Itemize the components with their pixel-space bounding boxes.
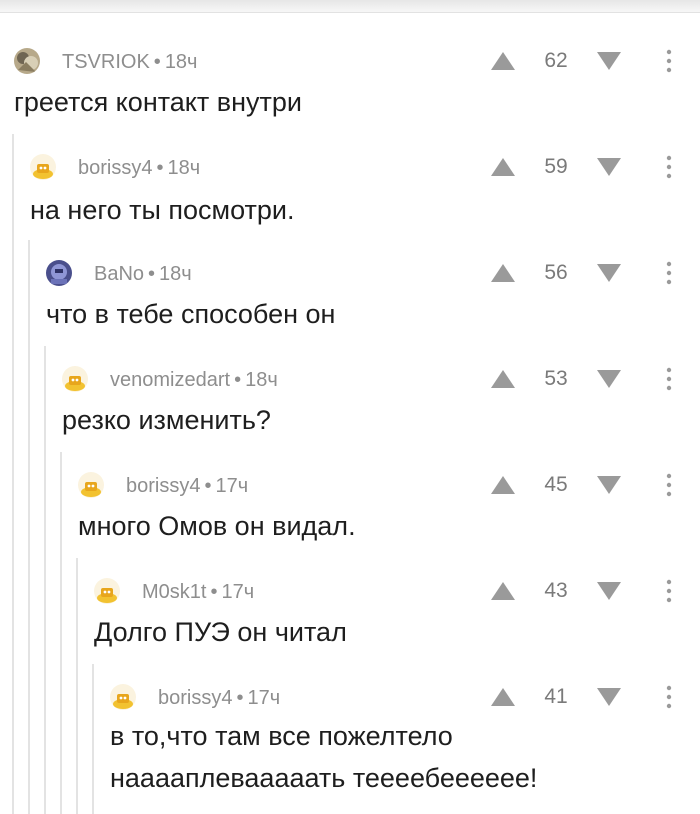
user-avatar[interactable] [62,366,88,392]
separator: • [156,157,164,179]
user-avatar[interactable] [94,578,120,604]
author-name[interactable]: BaNo [94,263,144,285]
user-avatar[interactable] [78,472,104,498]
author-name[interactable]: borissy4 [126,475,200,497]
upvote-icon[interactable] [490,687,516,707]
author-name[interactable]: borissy4 [78,157,152,179]
more-options-icon[interactable] [660,260,678,286]
thread-line [12,134,14,814]
comment-time: 18ч [164,51,198,73]
downvote-icon[interactable] [596,581,622,601]
more-options-icon[interactable] [660,154,678,180]
downvote-icon[interactable] [596,51,622,71]
separator: • [234,369,242,391]
comment-meta: TSVRIOK • 18ч [62,50,197,74]
user-avatar[interactable] [110,684,136,710]
thread-line [28,240,30,814]
upvote-icon[interactable] [490,475,516,495]
comment-score: 41 [544,685,568,708]
downvote-icon[interactable] [596,263,622,283]
upvote-icon[interactable] [490,581,516,601]
more-options-icon[interactable] [660,472,678,498]
comment-time: 18ч [167,157,201,179]
comment-text: много Омов он видал. [78,511,356,541]
comment-score: 59 [544,155,568,178]
comment-meta: BaNo • 18ч [94,262,192,286]
thread-line [60,452,62,814]
downvote-icon[interactable] [596,369,622,389]
more-options-icon[interactable] [660,48,678,74]
comment-time: 17ч [215,475,249,497]
comment-score: 43 [544,579,568,602]
separator: • [153,51,161,73]
user-avatar[interactable] [14,48,40,74]
author-name[interactable]: M0sk1t [142,581,206,603]
separator: • [236,687,244,709]
comment-time: 18ч [159,263,192,285]
more-options-icon[interactable] [660,366,678,392]
downvote-icon[interactable] [596,687,622,707]
comment-text-line-2: нааааплевааааать теееебееееее! [110,763,538,793]
thread-line [44,346,46,814]
comment-meta: borissy4 • 18ч [78,156,200,180]
upvote-icon[interactable] [490,51,516,71]
user-avatar[interactable] [46,260,72,286]
thread-line [76,558,78,814]
comment-text: на него ты посмотри. [30,195,295,225]
separator: • [210,581,218,603]
downvote-icon[interactable] [596,475,622,495]
comment-text: что в тебе способен он [46,299,336,329]
comment-score: 45 [544,473,568,496]
author-name[interactable]: borissy4 [158,687,232,709]
comment-meta: M0sk1t • 17ч [142,580,254,604]
user-avatar[interactable] [30,154,56,180]
more-options-icon[interactable] [660,578,678,604]
thread-line [92,664,94,814]
comment-text: Долго ПУЭ он читал [94,617,347,647]
comment-text: резко изменить? [62,405,271,435]
upvote-icon[interactable] [490,263,516,283]
separator: • [204,475,212,497]
comment-text: в то,что там все пожелтело [110,721,453,751]
comment-score: 53 [544,367,568,390]
comment-score: 56 [544,261,568,284]
separator: • [148,263,156,285]
comment-thread: TSVRIOK • 18ч 62 греется контакт внутри bo… [0,0,700,814]
upvote-icon[interactable] [490,369,516,389]
comment-time: 18ч [245,369,278,391]
comment-meta: venomizedart • 18ч [110,368,278,392]
author-name[interactable]: TSVRIOK [62,51,150,73]
comment-time: 17ч [247,687,281,709]
comment-score: 62 [544,49,568,72]
comment-time: 17ч [221,581,255,603]
more-options-icon[interactable] [660,684,678,710]
comment-text: греется контакт внутри [14,87,303,117]
downvote-icon[interactable] [596,157,622,177]
comment-meta: borissy4 • 17ч [126,474,248,498]
upvote-icon[interactable] [490,157,516,177]
author-name[interactable]: venomizedart [110,369,230,391]
comment-meta: borissy4 • 17ч [158,686,280,710]
